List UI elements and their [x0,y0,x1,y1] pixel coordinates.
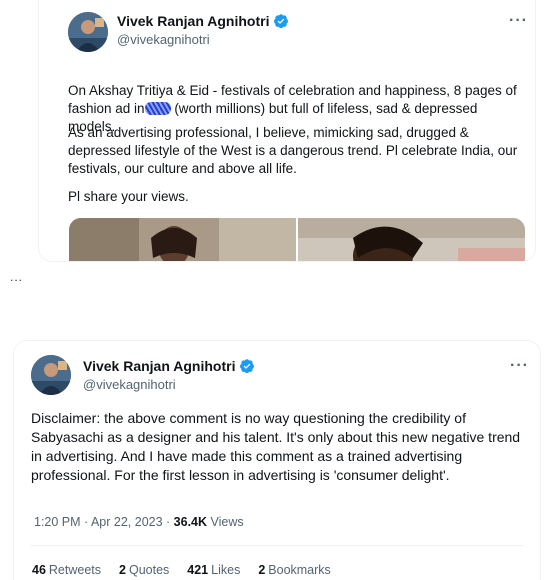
tweet-text-para2: As an advertising professional, I believ… [68,125,518,176]
retweets-count: 46 [32,563,46,577]
author-handle[interactable]: @vivekagnihotri [117,32,210,47]
bookmarks-count: 2 [258,563,266,577]
tweet-timestamp[interactable]: 1:20 PM · Apr 22, 2023 · [34,515,174,529]
author-handle[interactable]: @vivekagnihotri [83,377,176,392]
photo-model-2 [298,218,525,261]
tweet-media[interactable] [69,218,525,261]
quotes-label: Quotes [128,563,170,577]
verified-badge-icon [240,359,255,374]
author-name[interactable]: Vivek Ranjan Agnihotri [117,13,269,29]
author-name-row: Vivek Ranjan Agnihotri [117,13,289,29]
views-count: 36.4K [173,515,208,529]
likes-count: 421 [187,563,209,577]
media-photo-1[interactable] [69,218,296,261]
avatar-image [68,12,108,52]
tweet-card-1: Vivek Ranjan Agnihotri @vivekagnihotri ·… [38,0,536,262]
verified-badge-icon [274,14,289,29]
author-name-row: Vivek Ranjan Agnihotri [83,358,255,374]
avatar[interactable] [68,12,108,52]
more-options-button[interactable]: ··· [509,12,528,30]
stat-bookmarks[interactable]: 2 Bookmarks [258,563,330,577]
views-label: Views [207,515,244,529]
stat-likes[interactable]: 421 Likes [187,563,240,577]
tweet-text-disclaimer: Disclaimer: the above comment is no way … [31,410,521,483]
tweet-card-2: Vivek Ranjan Agnihotri @vivekagnihotri ·… [13,340,541,580]
media-photo-2[interactable] [298,218,525,261]
retweets-label: Retweets [48,563,102,577]
avatar-image [31,355,71,395]
likes-label: Likes [211,563,241,577]
stat-retweets[interactable]: 46 Retweets [32,563,101,577]
quotes-count: 2 [119,563,126,577]
divider [30,545,524,546]
truncation-ellipsis: ... [10,270,24,284]
tweet-text-para3: Pl share your views. [68,189,189,204]
photo-model-1 [69,218,296,261]
more-options-button[interactable]: ··· [510,357,529,375]
stat-quotes[interactable]: 2 Quotes [119,563,169,577]
redaction-scribble-icon [144,102,171,115]
tweet-timestamp-views: 1:20 PM · Apr 22, 2023 · 36.4K Views [34,515,244,529]
avatar[interactable] [31,355,71,395]
engagement-stats: 46 Retweets 2 Quotes 421 Likes 2 Bookmarks [32,563,331,577]
bookmarks-label: Bookmarks [268,563,331,577]
author-name[interactable]: Vivek Ranjan Agnihotri [83,358,235,374]
